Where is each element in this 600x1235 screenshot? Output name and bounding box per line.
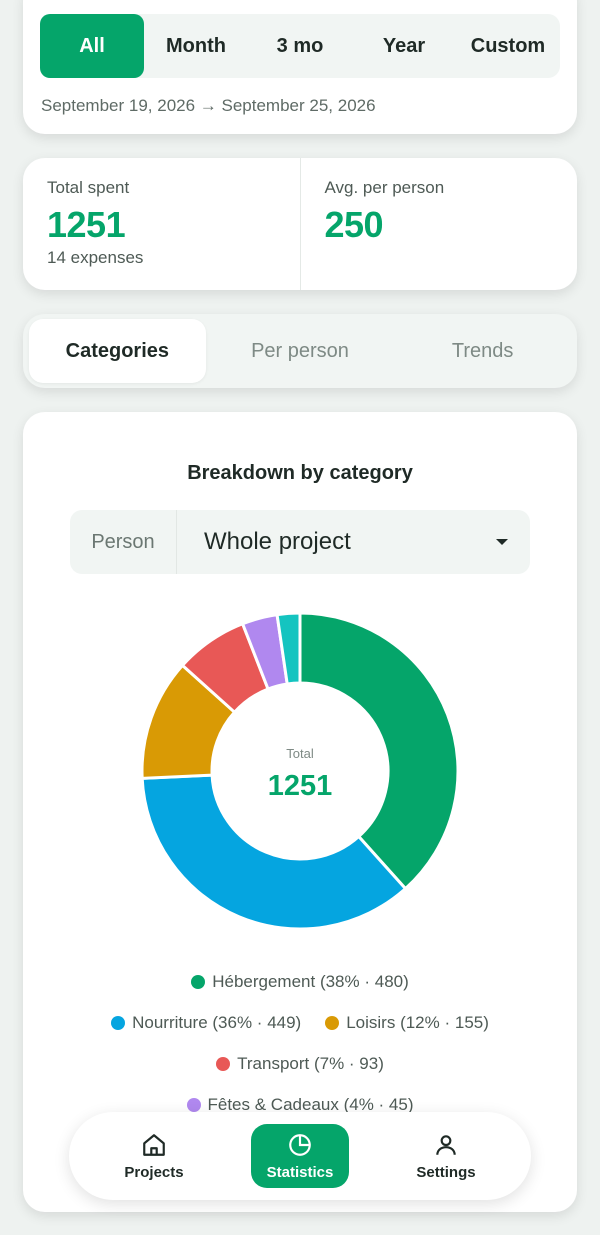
expenses-count: 14 expenses <box>47 248 144 267</box>
legend-dot <box>216 1057 231 1071</box>
legend-dot <box>111 1016 126 1030</box>
stats-tabs: Categories Per person Trends <box>23 314 577 388</box>
bottom-nav: Projects Statistics Settings <box>69 1112 531 1200</box>
total-spent-label: Total spent <box>47 178 130 197</box>
legend-item: Transport (7% · 93) <box>216 1054 384 1074</box>
period-selector: All Month 3 mo Year Custom <box>40 14 560 78</box>
person-select-label: Person <box>70 510 177 574</box>
home-icon <box>143 1133 165 1156</box>
tab-trends[interactable]: Trends <box>394 319 571 383</box>
tab-per-person[interactable]: Per person <box>212 319 389 383</box>
nav-settings[interactable]: Settings <box>397 1124 495 1188</box>
avg-per-person-value: 250 <box>324 204 384 245</box>
chevron-down-icon <box>496 539 508 545</box>
legend-dot <box>191 975 206 989</box>
total-spent-value: 1251 <box>47 204 126 245</box>
legend-item: Hébergement (38% · 480) <box>191 972 409 992</box>
date-range: September 19, 2026 → September 25, 2026 <box>41 96 376 115</box>
total-spent-stat: Total spent 1251 14 expenses <box>23 158 300 290</box>
nav-statistics-label: Statistics <box>266 1163 334 1181</box>
person-select-value: Whole project <box>204 528 351 555</box>
nav-projects[interactable]: Projects <box>105 1124 203 1188</box>
period-3mo-button[interactable]: 3 mo <box>248 14 352 78</box>
period-year-button[interactable]: Year <box>352 14 456 78</box>
nav-projects-label: Projects <box>124 1163 184 1181</box>
avg-per-person-label: Avg. per person <box>324 178 445 197</box>
breakdown-title: Breakdown by category <box>187 462 413 484</box>
period-all-button[interactable]: All <box>40 14 144 78</box>
avg-per-person-stat: Avg. per person 250 <box>299 158 578 290</box>
legend-dot <box>186 1098 201 1112</box>
legend-dot <box>325 1016 340 1030</box>
user-icon <box>436 1134 456 1155</box>
donut-slice-h-bergement <box>298 611 460 891</box>
person-select[interactable]: Person Whole project <box>70 510 530 574</box>
breakdown-card: Breakdown by category Person Whole proje… <box>23 412 577 1212</box>
legend-label: Nourriture (36% · 449) <box>132 1013 302 1032</box>
legend-label: Loisirs (12% · 155) <box>346 1013 489 1032</box>
tab-categories[interactable]: Categories <box>29 319 206 383</box>
donut-center-value: 1251 <box>268 770 333 802</box>
period-card: All Month 3 mo Year Custom September 19,… <box>23 0 577 134</box>
nav-statistics[interactable]: Statistics <box>251 1124 349 1188</box>
category-donut-chart: Total 1251 <box>140 611 460 931</box>
legend-label: Hébergement (38% · 480) <box>212 972 409 991</box>
legend-item: Nourriture (36% · 449) <box>111 1013 301 1033</box>
summary-card: Total spent 1251 14 expenses Avg. per pe… <box>23 158 577 290</box>
period-custom-button[interactable]: Custom <box>456 14 560 78</box>
donut-center-label: Total <box>286 746 314 761</box>
legend-item: Loisirs (12% · 155) <box>325 1013 489 1033</box>
period-month-button[interactable]: Month <box>144 14 248 78</box>
pie-chart-icon <box>289 1133 311 1156</box>
nav-settings-label: Settings <box>416 1163 476 1181</box>
legend-label: Transport (7% · 93) <box>237 1054 384 1073</box>
